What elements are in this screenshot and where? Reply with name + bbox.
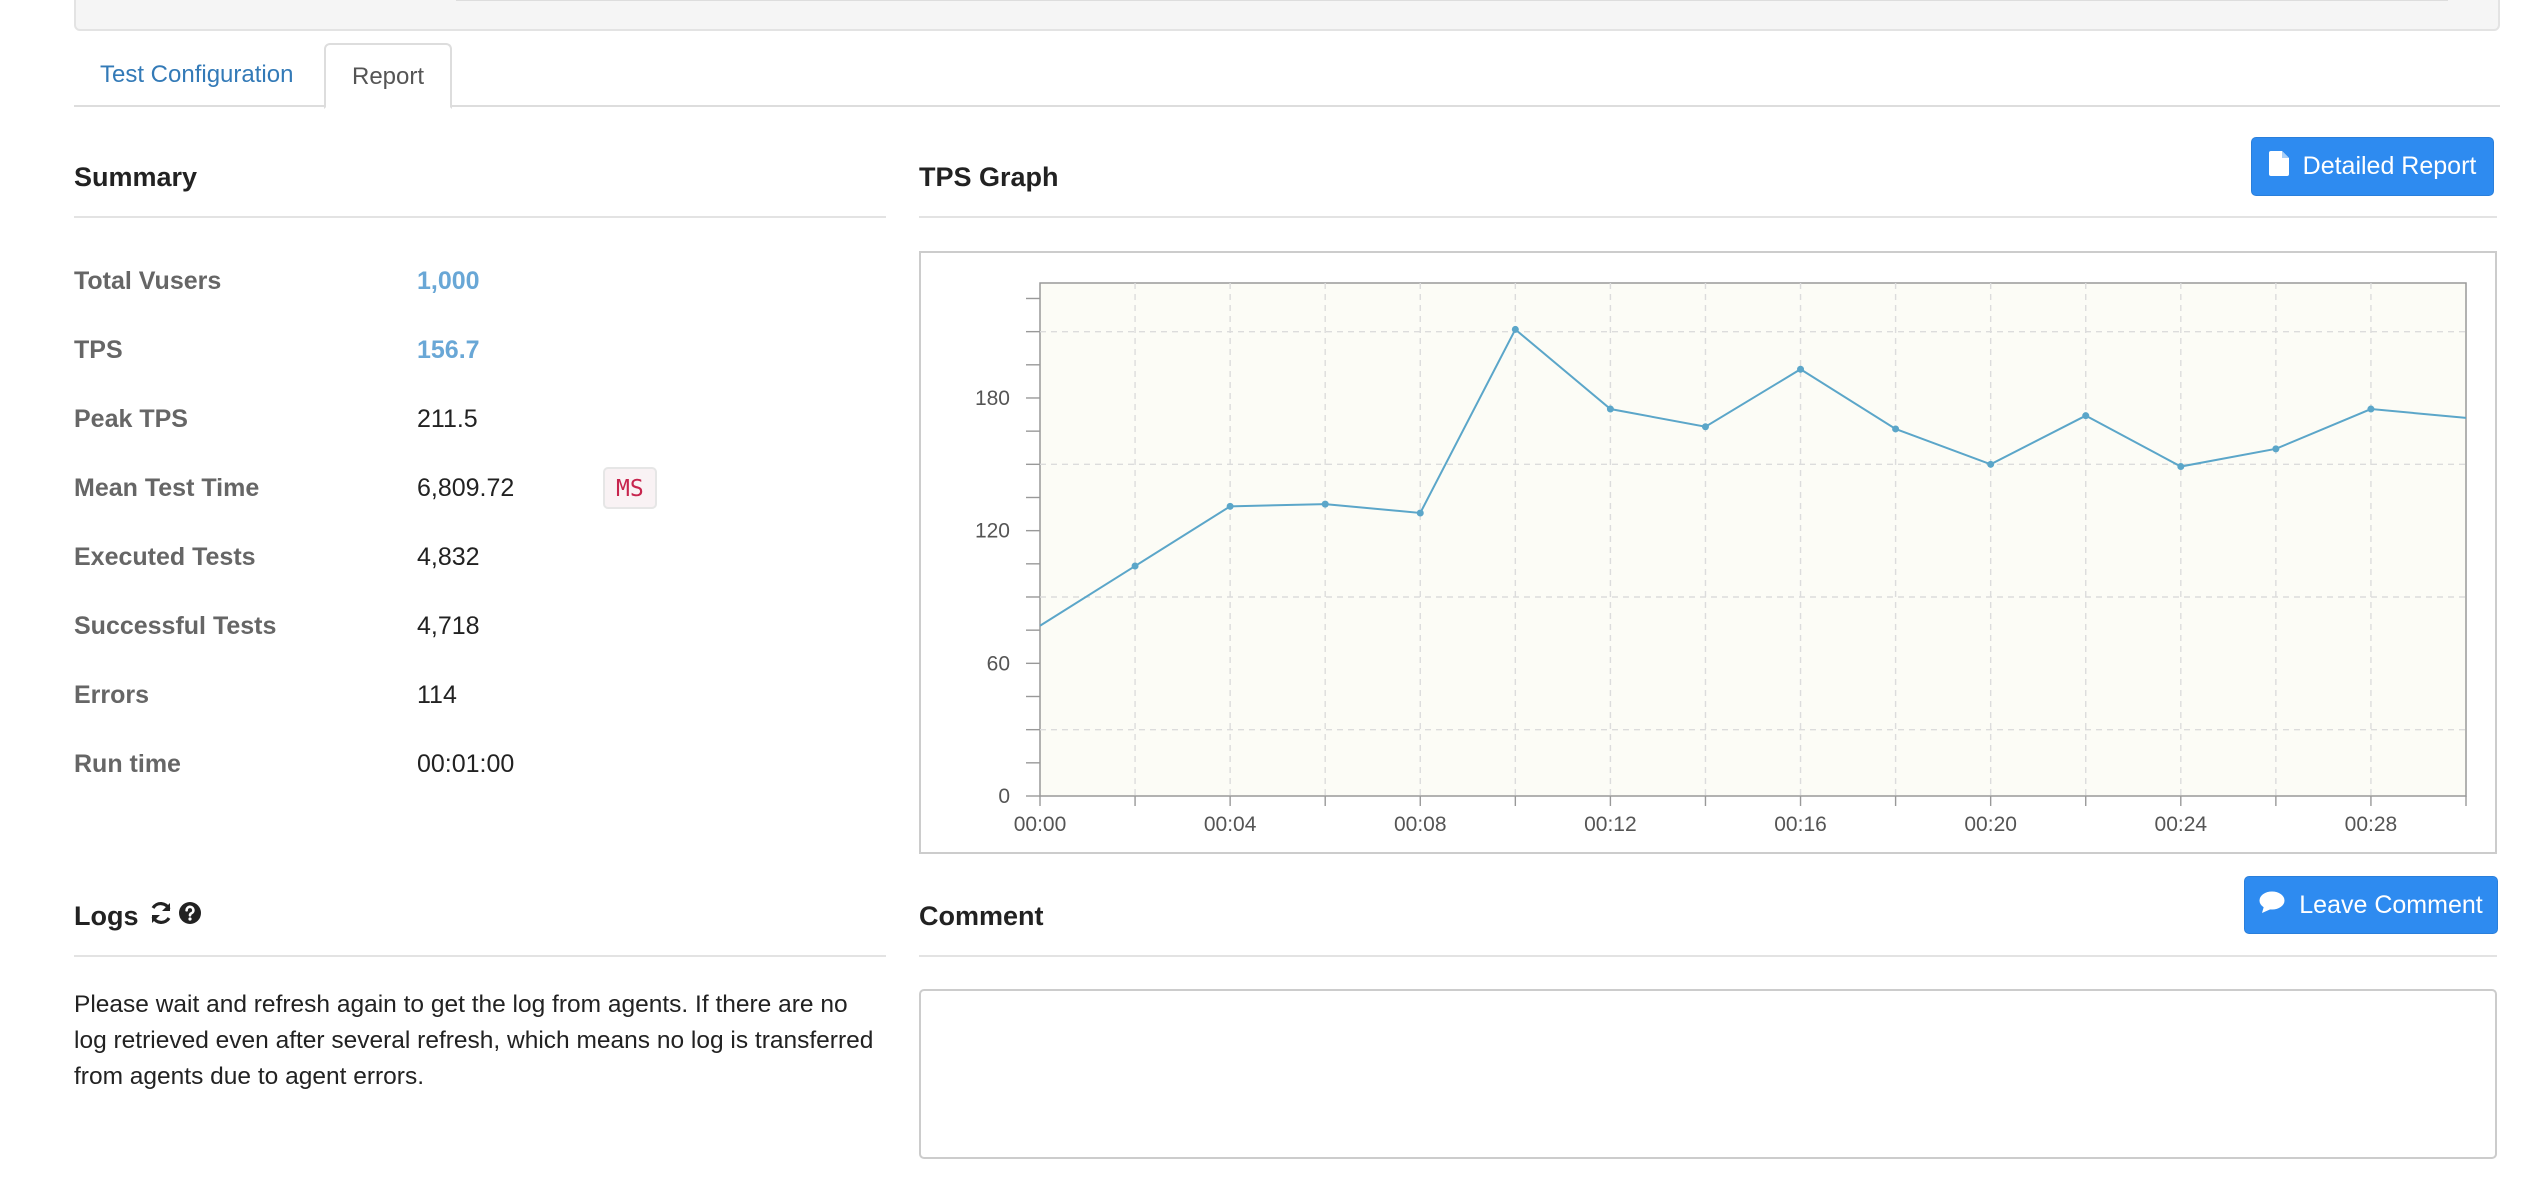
leave-comment-button[interactable]: Leave Comment <box>2244 876 2498 934</box>
logs-title: Logs <box>74 901 139 931</box>
logs-divider <box>74 955 886 957</box>
summary-row-peak-tps: Peak TPS 211.5 <box>74 399 874 439</box>
summary-row-errors: Errors 114 <box>74 675 874 715</box>
file-icon <box>2268 150 2289 183</box>
comment-icon <box>2259 891 2285 920</box>
tps-data-point <box>1797 365 1805 373</box>
plot-area <box>1039 282 2467 797</box>
tps-chart-svg: 0 60 120 180 00:00 00:04 00:08 00:12 00:16 00:20 0… <box>975 282 2467 836</box>
tab-test-configuration[interactable]: Test Configuration <box>74 43 319 109</box>
x-tick-label: 00:12 <box>1584 813 1637 836</box>
tps-data-point <box>1987 460 1995 468</box>
peak-tps-value: 211.5 <box>417 405 478 433</box>
run-time-value: 00:01:00 <box>417 750 515 778</box>
tps-value[interactable]: 156.7 <box>417 330 480 370</box>
mean-test-time-value: 6,809.72 <box>417 474 515 502</box>
tps-data-point <box>1226 502 1234 510</box>
summary-row-run-time: Run time 00:01:00 <box>74 744 874 784</box>
summary-row-total-vusers: Total Vusers 1,000 <box>74 261 874 301</box>
report-tabs: Test Configuration Report <box>74 43 2500 109</box>
summary-label: Errors <box>74 681 150 709</box>
tps-data-point <box>2177 463 2185 471</box>
summary-divider <box>74 216 886 218</box>
tps-data-point <box>1416 509 1424 517</box>
leave-comment-label: Leave Comment <box>2299 890 2483 919</box>
tab-report[interactable]: Report <box>324 43 453 109</box>
tps-graph-title: TPS Graph <box>919 162 1059 192</box>
summary-label: Executed Tests <box>74 543 256 571</box>
y-tick-label: 0 <box>998 785 1010 808</box>
tps-data-point <box>2367 405 2375 413</box>
y-tick-label: 120 <box>975 520 1010 543</box>
tps-graph-divider <box>919 216 2497 218</box>
refresh-icon[interactable] <box>148 900 174 931</box>
tps-data-point <box>1131 562 1139 570</box>
comment-title: Comment <box>919 901 1044 931</box>
x-tick-label: 00:04 <box>1204 813 1257 836</box>
unit-badge: MS <box>603 467 657 509</box>
tps-data-point <box>1701 423 1709 431</box>
question-circle-icon[interactable] <box>178 901 202 930</box>
summary-title: Summary <box>74 162 198 192</box>
x-tick-label: 00:28 <box>2345 813 2398 836</box>
detailed-report-label: Detailed Report <box>2302 152 2477 180</box>
x-tick-label: 00:24 <box>2155 813 2208 836</box>
tps-data-point <box>2082 412 2090 420</box>
tps-data-point <box>1892 425 1900 433</box>
logs-message: Please wait and refresh again to get the… <box>74 991 874 1090</box>
tps-data-point <box>2272 445 2280 453</box>
summary-label: Successful Tests <box>74 612 277 640</box>
total-vusers-value[interactable]: 1,000 <box>417 261 480 301</box>
summary-label: Mean Test Time <box>74 474 260 502</box>
comment-input[interactable] <box>919 989 2497 1159</box>
tps-data-point <box>1606 405 1614 413</box>
tps-data-point <box>1511 325 1519 333</box>
executed-tests-value: 4,832 <box>417 543 480 571</box>
tps-chart: 0 60 120 180 00:00 00:04 00:08 00:12 00:16 00:20 0… <box>919 251 2497 854</box>
x-tick-label: 00:20 <box>1964 813 2017 836</box>
logs-actions <box>148 900 202 931</box>
top-panel-divider <box>456 0 2448 1</box>
detailed-report-button[interactable]: Detailed Report <box>2251 137 2494 196</box>
x-tick-label: 00:08 <box>1394 813 1447 836</box>
tps-data-point <box>1321 500 1329 508</box>
errors-value: 114 <box>417 681 457 709</box>
summary-row-executed-tests: Executed Tests 4,832 <box>74 537 874 577</box>
summary-label: TPS <box>74 336 123 364</box>
y-tick-label: 60 <box>987 652 1010 675</box>
x-tick-label: 00:00 <box>1014 813 1067 836</box>
summary-row-successful-tests: Successful Tests 4,718 <box>74 606 874 646</box>
y-tick-label: 180 <box>975 387 1010 410</box>
successful-tests-value: 4,718 <box>417 612 480 640</box>
x-tick-label: 00:16 <box>1774 813 1827 836</box>
summary-row-mean-test-time: Mean Test Time 6,809.72 MS <box>74 467 874 509</box>
summary-label: Total Vusers <box>74 267 222 295</box>
top-panel <box>74 0 2500 31</box>
summary-label: Run time <box>74 750 181 778</box>
summary-label: Peak TPS <box>74 405 188 433</box>
comment-divider <box>919 955 2497 957</box>
summary-row-tps: TPS 156.7 <box>74 330 874 370</box>
